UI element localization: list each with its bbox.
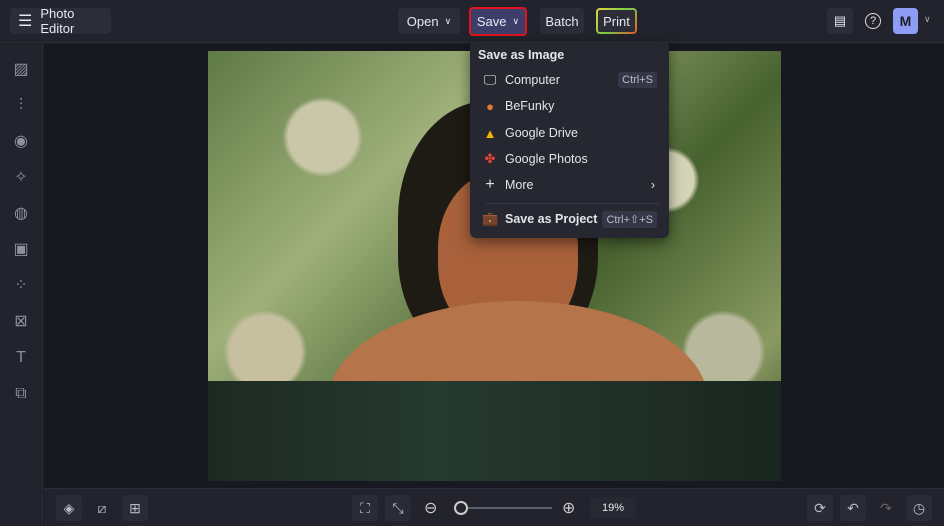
effects-icon[interactable]: ✧ [11,168,31,188]
befunky-icon: ● [486,98,494,114]
reset-button[interactable]: ⟳ [807,495,833,521]
top-bar: ☰ Photo Editor Open ∨ Save ∨ Batch Print ▤… [0,0,944,43]
batch-label: Batch [545,13,579,29]
comments-button[interactable]: ▤ [827,8,853,34]
app-title: Photo Editor [40,6,75,36]
item-label: Google Photos [505,152,588,166]
google-drive-icon: ▲ [483,125,497,141]
artsy-icon[interactable]: ◍ [11,204,31,224]
undo-icon: ↶ [847,499,859,516]
grid-button[interactable]: ⊞ [122,495,148,521]
chevron-down-icon[interactable]: ∨ [924,14,931,25]
comment-icon: ▤ [833,13,847,28]
avatar[interactable]: M [893,8,918,34]
print-button[interactable]: Print [596,8,637,34]
fit-button[interactable]: ⤡ [385,495,411,521]
overlay-icon[interactable]: ⧉ [11,384,31,404]
text-icon[interactable]: T [11,348,31,368]
plus-icon: + [485,176,495,193]
divider [486,203,659,204]
help-button[interactable]: ? [860,8,886,34]
google-photos-icon: ✤ [484,151,496,166]
menu-button[interactable]: ☰ Photo Editor [10,6,111,36]
frame-icon[interactable]: ▣ [11,240,31,260]
chevron-right-icon: › [650,178,655,192]
zoom-level[interactable]: 19% [590,497,636,519]
save-menu: Save as Image 🖵 Computer Ctrl+S ● BeFunky ▲… [470,41,669,238]
menu-item-google-drive[interactable]: ▲ Google Drive [470,121,669,145]
briefcase-icon: 💼 [482,211,499,226]
graphics-icon[interactable]: ⁘ [11,276,31,296]
monitor-icon: 🖵 [483,72,497,87]
fullscreen-button[interactable]: ⛶ [352,495,378,521]
zoom-slider[interactable] [454,507,552,509]
zoom-in-icon[interactable]: ⊕ [562,498,575,518]
print-label: Print [603,13,630,29]
history-icon: ◷ [912,499,926,516]
menu-item-google-photos[interactable]: ✤ Google Photos [470,147,669,171]
batch-button[interactable]: Batch [540,8,584,34]
compare-button[interactable]: ⧄ [89,495,115,521]
expand-icon: ⛶ [360,499,370,516]
grid-icon: ⊞ [129,499,141,516]
zoom-slider-handle[interactable] [453,501,468,515]
menu-heading: Save as Image [478,48,565,62]
chevron-down-icon: ∨ [512,16,520,26]
menu-item-computer[interactable]: 🖵 Computer Ctrl+S [470,68,669,92]
item-label: BeFunky [505,99,555,113]
menu-item-more[interactable]: + More › [470,173,669,197]
shrink-icon: ⤡ [392,499,404,516]
save-label: Save [476,14,507,29]
sidebar: ▨ ⫶ ◉ ✧ ◍ ▣ ⁘ ⊠ T ⧉ [0,44,43,526]
menu-item-save-project[interactable]: 💼 Save as Project Ctrl+⇧+S [470,207,669,231]
avatar-initial: M [899,13,912,29]
history-button[interactable]: ◷ [906,495,932,521]
shortcut: Ctrl+S [618,72,657,88]
bottom-bar: ◈ ⧄ ⊞ ⛶ ⤡ ⊖ ⊕ 19% ⟳ ↶ ↷ ◷ [44,488,944,526]
layers-button[interactable]: ◈ [56,495,82,521]
chevron-down-icon: ∨ [444,15,452,26]
item-label: More [505,178,534,192]
redo-button[interactable]: ↷ [873,495,899,521]
layers-icon: ◈ [63,499,75,516]
menu-item-befunky[interactable]: ● BeFunky [470,94,669,118]
compare-icon: ⧄ [97,499,107,516]
item-label: Save as Project [505,212,598,226]
redo-icon: ↷ [880,499,892,516]
save-button[interactable]: Save ∨ [469,7,527,36]
hamburger-icon: ☰ [18,13,33,30]
texture-icon[interactable]: ⊠ [11,312,31,332]
adjust-icon[interactable]: ⫶ [11,96,31,116]
item-label: Computer [505,73,560,87]
open-button[interactable]: Open ∨ [398,8,460,34]
shortcut: Ctrl+⇧+S [602,210,657,228]
zoom-out-icon[interactable]: ⊖ [424,498,437,518]
undo-button[interactable]: ↶ [840,495,866,521]
open-label: Open [406,13,439,29]
help-icon: ? [865,13,881,29]
eye-icon[interactable]: ◉ [11,132,31,152]
item-label: Google Drive [505,126,578,140]
image-icon[interactable]: ▨ [11,60,31,80]
refresh-icon: ⟳ [814,499,826,516]
